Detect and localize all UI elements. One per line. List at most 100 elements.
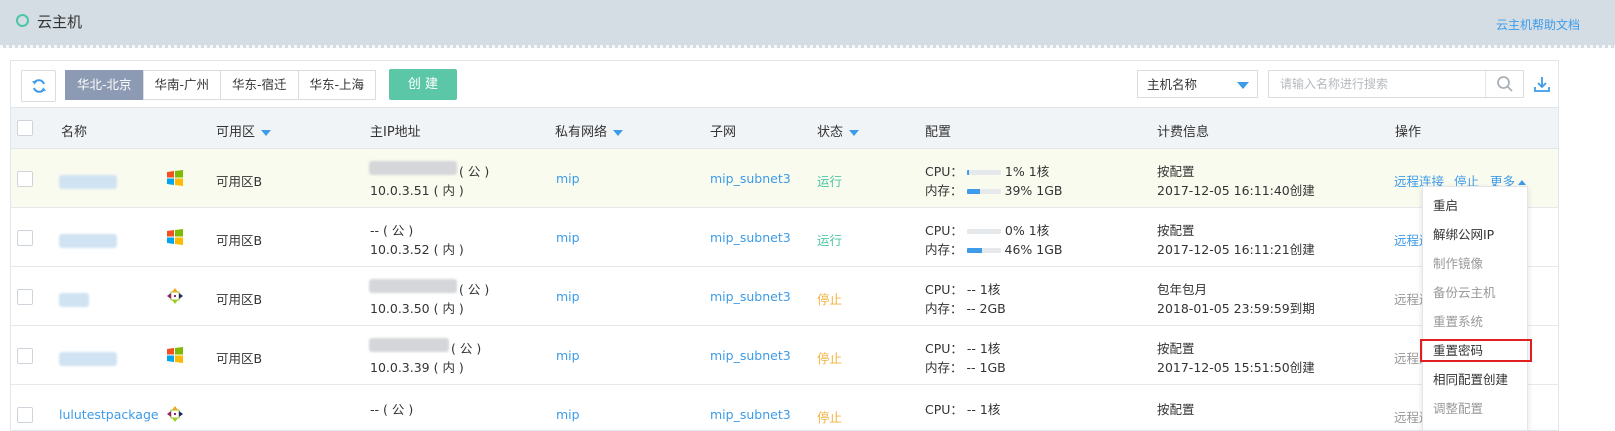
status-badge: 停止 — [817, 292, 843, 307]
vpc-link[interactable]: mip — [556, 348, 580, 363]
row-checkbox[interactable] — [17, 289, 33, 305]
billing-type: 按配置 — [1157, 164, 1195, 179]
menu-item-clone-config[interactable]: 相同配置创建 — [1433, 369, 1508, 388]
filter-select-value: 主机名称 — [1147, 77, 1198, 92]
mem-value: -- — [966, 301, 976, 316]
cpu-bar — [966, 229, 1001, 234]
toolbar: 华北-北京 华南-广州 华东-宿迁 华东-上海 创 建 主机名称 — [11, 61, 1558, 107]
subnet-link[interactable]: mip_subnet3 — [710, 348, 791, 363]
windows-icon — [167, 347, 183, 363]
menu-item-resize: 调整配置 — [1433, 401, 1484, 416]
public-ip-redacted — [369, 161, 457, 175]
download-button[interactable] — [1531, 72, 1553, 96]
column-header-zone-label: 可用区 — [216, 125, 256, 140]
windows-icon — [167, 170, 183, 186]
region-tabs: 华北-北京 华南-广州 华东-宿迁 华东-上海 — [65, 70, 377, 100]
subnet-link[interactable]: mip_subnet3 — [710, 171, 791, 186]
table-row: 可用区B ( 公 ) 10.0.3.39 ( 内 ) mip mip_subne… — [11, 326, 1558, 385]
region-tab-suqian[interactable]: 华东-宿迁 — [220, 70, 299, 100]
public-ip-cell: -- ( 公 ) — [370, 402, 414, 417]
mem-value: -- — [966, 360, 976, 375]
row-checkbox[interactable] — [17, 230, 33, 246]
subnet-link[interactable]: mip_subnet3 — [710, 407, 791, 422]
header-divider — [0, 45, 1615, 48]
subnet-link[interactable]: mip_subnet3 — [710, 289, 791, 304]
region-tab-shanghai[interactable]: 华东-上海 — [297, 70, 377, 100]
column-header-status[interactable]: 状态 — [817, 121, 860, 140]
menu-item-restart[interactable]: 重启 — [1433, 195, 1458, 214]
cpu-usage: CPU： 1% 1核 — [925, 161, 1049, 180]
subnet-link[interactable]: mip_subnet3 — [710, 230, 791, 245]
column-header-status-label: 状态 — [817, 125, 844, 140]
menu-item-unbind-ip[interactable]: 解绑公网IP — [1433, 224, 1494, 243]
search-icon — [1497, 76, 1513, 92]
refresh-button[interactable] — [21, 70, 56, 102]
mem-usage: 内存： -- 2GB — [925, 298, 1006, 317]
private-ip-cell: 10.0.3.39 ( 内 ) — [370, 360, 464, 375]
help-doc-link[interactable]: 云主机帮助文档 — [1496, 16, 1580, 33]
row-checkbox[interactable] — [17, 407, 33, 423]
region-tab-beijing[interactable]: 华北-北京 — [65, 70, 144, 100]
column-header-zone[interactable]: 可用区 — [216, 121, 272, 140]
mem-usage: 内存： -- 1GB — [925, 357, 1006, 376]
vpc-link[interactable]: mip — [556, 171, 580, 186]
status-badge: 运行 — [817, 233, 843, 248]
private-ip-cell: 10.0.3.52 ( 内 ) — [370, 242, 464, 257]
private-ip-cell: 10.0.3.51 ( 内 ) — [370, 183, 464, 198]
vpc-link[interactable]: mip — [556, 407, 580, 422]
mem-usage: 内存： 46% 1GB — [925, 239, 1063, 258]
instance-name-redacted[interactable] — [59, 352, 117, 366]
mem-size: 1GB — [979, 360, 1006, 375]
centos-icon — [167, 406, 183, 422]
zone-cell: 可用区B — [216, 292, 263, 307]
cpu-value: 1% — [1004, 164, 1025, 179]
column-header-vpc[interactable]: 私有网络 — [555, 121, 624, 140]
download-icon — [1534, 77, 1550, 92]
region-tab-guangzhou[interactable]: 华南-广州 — [142, 70, 222, 100]
instance-name-link[interactable]: lulutestpackage — [59, 407, 159, 422]
mem-bar-fill — [966, 248, 983, 253]
menu-item-reset-system: 重置系统 — [1433, 314, 1484, 329]
private-ip-cell: 10.0.3.50 ( 内 ) — [370, 301, 464, 316]
create-button[interactable]: 创 建 — [389, 69, 457, 100]
select-all-checkbox[interactable] — [17, 120, 33, 136]
public-ip-redacted — [369, 279, 457, 293]
public-ip-cell: ( 公 ) — [451, 341, 482, 356]
search-button[interactable] — [1485, 71, 1524, 97]
cpu-cores: 1核 — [979, 282, 1001, 297]
public-ip-cell: -- ( 公 ) — [370, 223, 414, 238]
row-checkbox[interactable] — [17, 348, 33, 364]
cpu-cores: 1核 — [1028, 164, 1050, 179]
instance-name-redacted[interactable] — [59, 293, 89, 307]
column-header-name: 名称 — [61, 125, 88, 140]
column-header-vpc-label: 私有网络 — [555, 125, 608, 140]
row-checkbox[interactable] — [17, 171, 33, 187]
sort-caret-icon — [849, 129, 860, 136]
billing-type: 按配置 — [1157, 341, 1195, 356]
status-badge: 停止 — [817, 351, 843, 366]
mem-label: 内存： — [925, 360, 963, 375]
table-row: 可用区B ( 公 ) 10.0.3.50 ( 内 ) mip mip_subne… — [11, 267, 1558, 326]
page-header: 云主机 云主机帮助文档 — [0, 0, 1615, 48]
instance-name-redacted[interactable] — [59, 175, 117, 189]
vpc-link[interactable]: mip — [556, 230, 580, 245]
cloud-host-icon — [16, 14, 29, 27]
mem-value: 46% — [1004, 242, 1033, 257]
status-badge: 运行 — [817, 174, 843, 189]
mem-label: 内存： — [925, 183, 963, 198]
instance-name-redacted[interactable] — [59, 234, 117, 248]
chevron-down-icon — [1237, 82, 1249, 89]
menu-item-backup: 备份云主机 — [1433, 285, 1496, 300]
vpc-link[interactable]: mip — [556, 289, 580, 304]
mem-label: 内存： — [925, 242, 963, 257]
page-title: 云主机 — [37, 13, 83, 31]
cpu-cores: 1核 — [979, 402, 1001, 417]
filter-select[interactable]: 主机名称 — [1137, 70, 1258, 98]
mem-bar-fill — [966, 189, 980, 194]
cpu-usage: CPU： 0% 1核 — [925, 220, 1049, 239]
table-header: 名称 可用区 主IP地址 私有网络 子网 状态 配置 计费信息 操作 — [11, 107, 1558, 149]
column-header-config: 配置 — [925, 125, 952, 140]
column-header-ip: 主IP地址 — [370, 125, 421, 140]
highlight-box — [1420, 339, 1532, 362]
menu-item-create-image: 制作镜像 — [1433, 256, 1484, 271]
